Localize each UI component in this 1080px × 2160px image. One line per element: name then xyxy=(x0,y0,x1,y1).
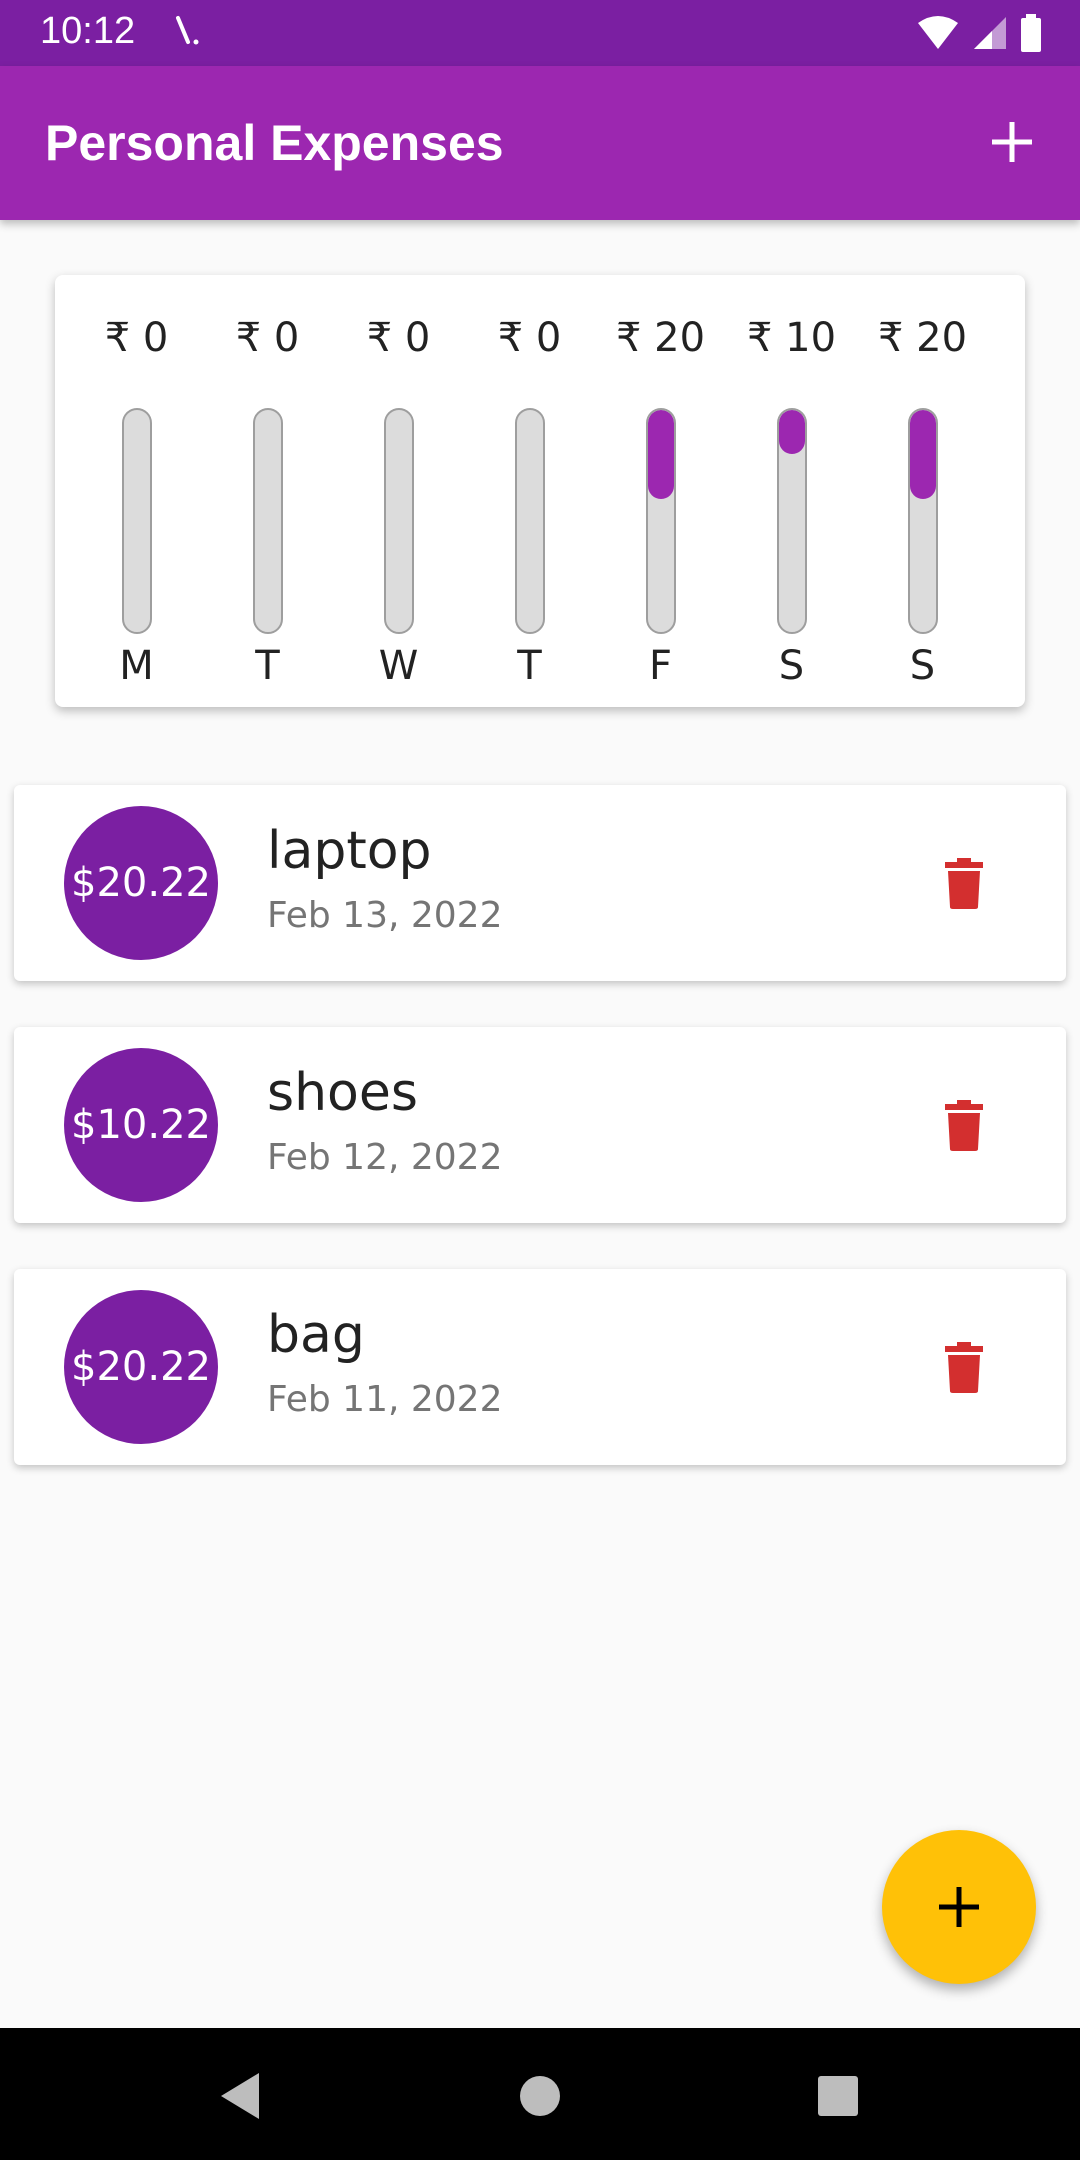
transaction-card[interactable]: $20.22 laptop Feb 13, 2022 xyxy=(14,785,1066,981)
chart-day-label: S xyxy=(909,643,936,689)
transaction-card[interactable]: $10.22 shoes Feb 12, 2022 xyxy=(14,1027,1066,1223)
chart-bar-fill xyxy=(647,410,674,499)
chart-day-label: M xyxy=(119,643,154,689)
chart-day-label: T xyxy=(255,643,280,689)
page-title: Personal Expenses xyxy=(45,115,504,171)
home-icon xyxy=(520,2076,560,2116)
signal-icon xyxy=(974,17,1006,49)
transaction-title: shoes xyxy=(267,1063,418,1123)
chart-bar-column: ₹ 0 T xyxy=(202,305,333,689)
status-bar: 10:12 xyxy=(0,0,1080,66)
transaction-date: Feb 13, 2022 xyxy=(267,895,503,936)
chart-bar-column: ₹ 20 F xyxy=(595,305,726,689)
home-button[interactable] xyxy=(510,2066,570,2126)
chart-bar-track xyxy=(383,408,414,634)
transaction-title: laptop xyxy=(267,821,432,881)
chart-day-label: T xyxy=(517,643,542,689)
status-time: 10:12 xyxy=(40,10,136,52)
chart-bar-track xyxy=(776,408,807,634)
chart-bar-track xyxy=(645,408,676,634)
chart-bar-column: ₹ 0 M xyxy=(71,305,202,689)
add-expense-fab[interactable] xyxy=(882,1830,1036,1984)
weekly-chart: ₹ 0 M ₹ 0 T ₹ 0 W ₹ 0 T ₹ 20 F ₹ 10 S ₹ 20 S xyxy=(55,275,1025,707)
chart-bar-fill xyxy=(909,410,936,499)
chart-bar-column: ₹ 0 T xyxy=(464,305,595,689)
transaction-card[interactable]: $20.22 bag Feb 11, 2022 xyxy=(14,1269,1066,1465)
transaction-amount-avatar: $10.22 xyxy=(64,1048,218,1202)
chart-bar-column: ₹ 10 S xyxy=(726,305,857,689)
back-button[interactable] xyxy=(210,2066,270,2126)
chart-bar-column: ₹ 0 W xyxy=(333,305,464,689)
transaction-title: bag xyxy=(267,1305,365,1365)
chart-day-label: S xyxy=(778,643,805,689)
trash-icon xyxy=(945,1342,983,1393)
chart-bar-fill xyxy=(778,410,805,455)
recents-button[interactable] xyxy=(808,2066,868,2126)
chart-day-label: W xyxy=(378,643,419,689)
wifi-icon xyxy=(918,16,958,49)
transaction-date: Feb 11, 2022 xyxy=(267,1379,503,1420)
add-expense-button[interactable] xyxy=(980,110,1044,174)
battery-icon xyxy=(1021,14,1041,52)
trash-icon xyxy=(945,1100,983,1151)
delete-transaction-button[interactable] xyxy=(932,1335,996,1399)
system-nav-bar xyxy=(0,2028,1080,2160)
trash-icon xyxy=(945,858,983,909)
recents-icon xyxy=(818,2076,858,2116)
app-bar: Personal Expenses xyxy=(0,66,1080,220)
chart-day-label: F xyxy=(648,643,672,689)
chart-bar-amount-label: ₹ 0 xyxy=(235,315,300,361)
chart-bar-amount-label: ₹ 0 xyxy=(104,315,169,361)
chart-bar-amount-label: ₹ 0 xyxy=(366,315,431,361)
transaction-amount-avatar: $20.22 xyxy=(64,806,218,960)
chart-bar-track xyxy=(907,408,938,634)
plus-icon xyxy=(992,122,1032,162)
back-icon xyxy=(221,2073,259,2119)
delete-transaction-button[interactable] xyxy=(932,1093,996,1157)
download-status-icon xyxy=(176,16,199,45)
chart-bar-amount-label: ₹ 0 xyxy=(497,315,562,361)
chart-bar-amount-label: ₹ 20 xyxy=(877,315,968,361)
chart-bar-track xyxy=(514,408,545,634)
plus-icon xyxy=(939,1887,979,1927)
transaction-amount-avatar: $20.22 xyxy=(64,1290,218,1444)
transaction-date: Feb 12, 2022 xyxy=(267,1137,503,1178)
chart-bar-amount-label: ₹ 20 xyxy=(615,315,706,361)
delete-transaction-button[interactable] xyxy=(932,851,996,915)
chart-bar-track xyxy=(121,408,152,634)
status-icons xyxy=(916,14,1042,52)
chart-bar-track xyxy=(252,408,283,634)
chart-bar-column: ₹ 20 S xyxy=(857,305,988,689)
chart-bar-amount-label: ₹ 10 xyxy=(746,315,837,361)
